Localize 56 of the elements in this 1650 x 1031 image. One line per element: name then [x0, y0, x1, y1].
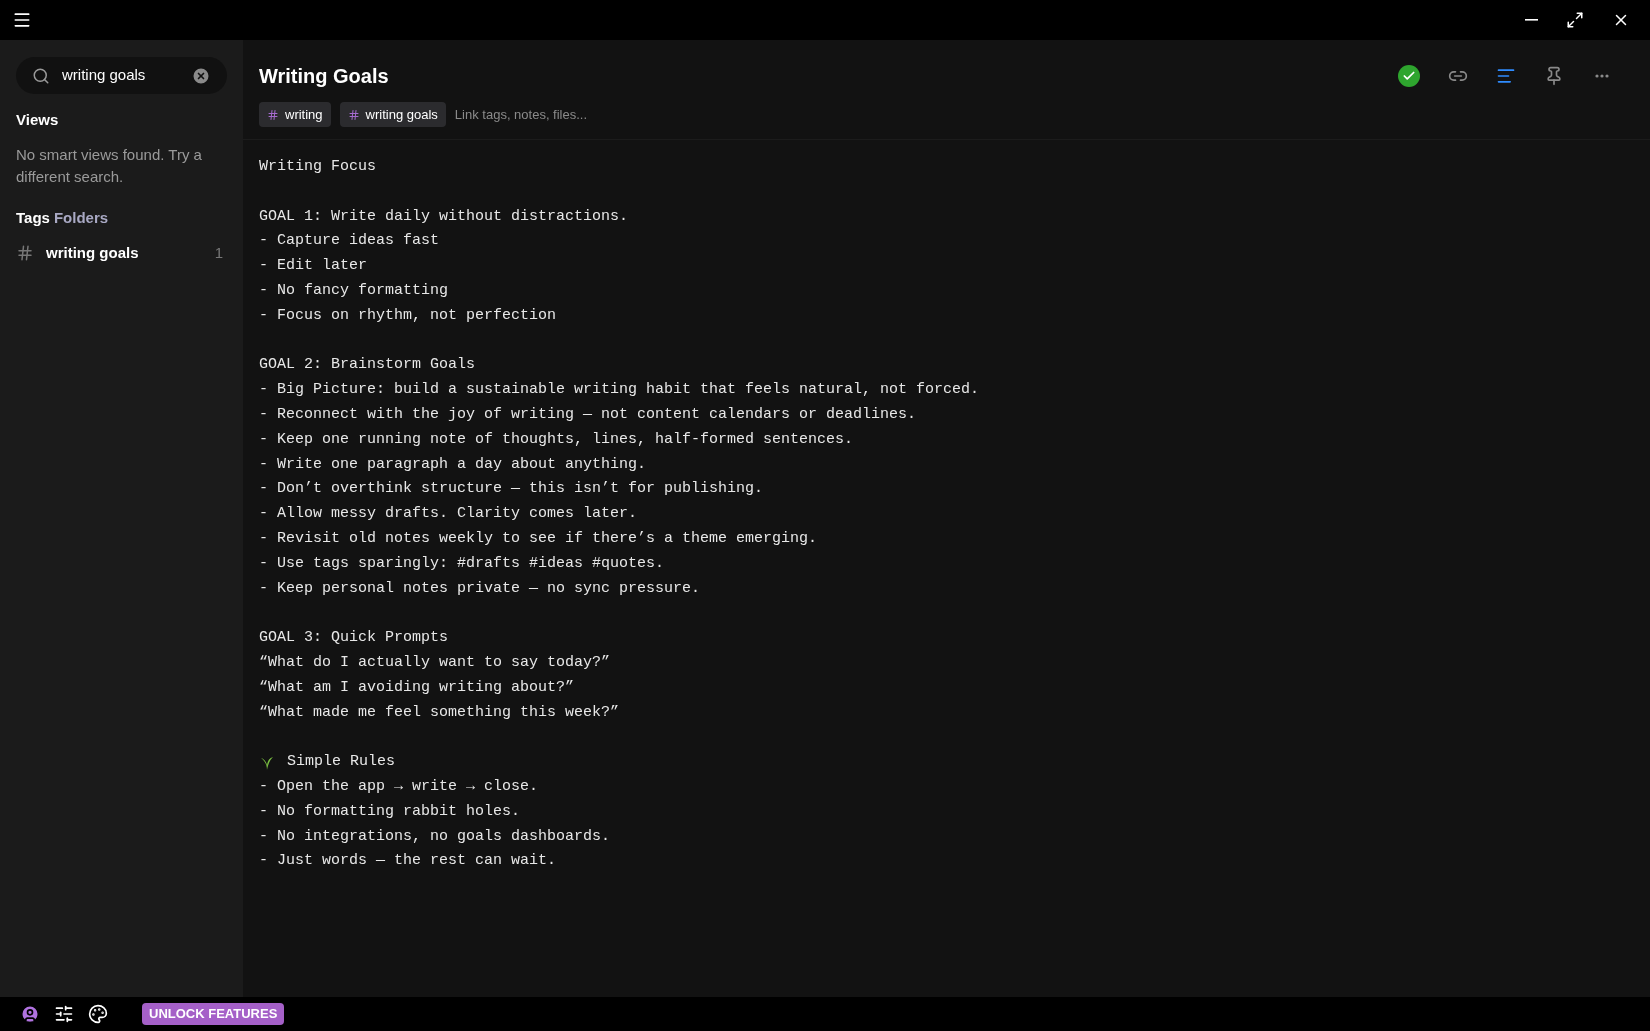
- search-text: writing goals: [62, 65, 147, 86]
- note-line: Writing Focus: [259, 157, 377, 177]
- maximize-icon: [1566, 11, 1584, 29]
- search-field[interactable]: writing goals: [16, 57, 227, 94]
- note-line: - Big Picture: build a sustainable writing habit that feels natural, not forced.: [259, 380, 980, 401]
- note-line: - Use tags sparingly: #drafts #ideas #quotes.: [259, 553, 665, 574]
- note-line: - Just words — the rest can wait.: [259, 851, 557, 872]
- unlock-button[interactable]: UNLOCK FEATURES: [142, 1003, 285, 1025]
- note-line: - Keep personal notes private — no sync pressure.: [259, 578, 701, 599]
- note-line: - Capture ideas fast: [259, 231, 440, 252]
- note-line: - Don’t overthink structure — this isn’t for publishing.: [259, 479, 764, 500]
- note-line: - Reconnect with the joy of writing — not content calendars or deadlines.: [259, 404, 917, 425]
- pin-icon: [1544, 66, 1564, 86]
- views-heading: Views: [16, 110, 60, 130]
- minimize-icon: [1525, 19, 1538, 21]
- nav-tab[interactable]: Tags: [16, 206, 50, 229]
- more-icon: [1595, 74, 1609, 78]
- tag-chip[interactable]: writing goals: [339, 102, 446, 127]
- menu-button[interactable]: [12, 10, 32, 30]
- empty-message: No smart views found. Try a different search.: [16, 144, 203, 187]
- hash-icon: [347, 108, 360, 121]
- tag-label: writing goals: [46, 242, 140, 263]
- note-line: “What do I actually want to say today?”: [259, 652, 611, 673]
- link-field[interactable]: Link tags, notes, files...: [454, 104, 588, 125]
- note-line: GOAL 2: Brainstorm Goals: [259, 355, 476, 376]
- note-line: - Focus on rhythm, not perfection: [259, 305, 557, 326]
- nav-tab[interactable]: Folders: [53, 206, 109, 229]
- note-line: - Keep one running note of thoughts, lines, half-formed sentences.: [259, 429, 854, 450]
- note-line: - Write one paragraph a day about anything.: [259, 454, 647, 475]
- tag-item[interactable]: writing goals 1: [16, 241, 227, 265]
- minimize-button[interactable]: [1525, 19, 1538, 21]
- tag-count: 1: [214, 242, 223, 263]
- note-line: - No fancy formatting: [259, 281, 449, 301]
- note-line: “What am I avoiding writing about?”: [259, 677, 575, 698]
- note-line: - No formatting rabbit holes.: [259, 801, 521, 822]
- note-line: GOAL 1: Write daily without distractions.: [259, 206, 629, 227]
- search-icon: [32, 66, 50, 85]
- menu-icon: [12, 10, 32, 30]
- note-title[interactable]: Writing Goals: [259, 61, 389, 91]
- hash-icon: [16, 244, 34, 262]
- lines-icon: [1496, 66, 1516, 86]
- note-line: “What made me feel something this week?”: [259, 702, 620, 723]
- note-line: - Allow messy drafts. Clarity comes later.: [259, 504, 638, 525]
- note-line: - Open the app → write → close.: [259, 776, 539, 797]
- preferences-icon[interactable]: [54, 1004, 74, 1024]
- note-line: - No integrations, no goals dashboards.: [259, 826, 611, 847]
- clear-icon[interactable]: [191, 65, 211, 86]
- palette-icon[interactable]: [88, 1004, 108, 1024]
- hash-icon: [267, 108, 279, 121]
- account-icon[interactable]: [20, 1004, 40, 1024]
- note-line: GOAL 3: Quick Prompts: [259, 628, 449, 649]
- maximize-button[interactable]: [1566, 11, 1584, 29]
- note-line: Simple Rules: [287, 752, 396, 773]
- note-line: - Revisit old notes weekly to see if there’s a theme emerging.: [259, 528, 818, 549]
- note-line: - Edit later: [259, 256, 368, 277]
- tag-chip[interactable]: writing: [259, 102, 331, 127]
